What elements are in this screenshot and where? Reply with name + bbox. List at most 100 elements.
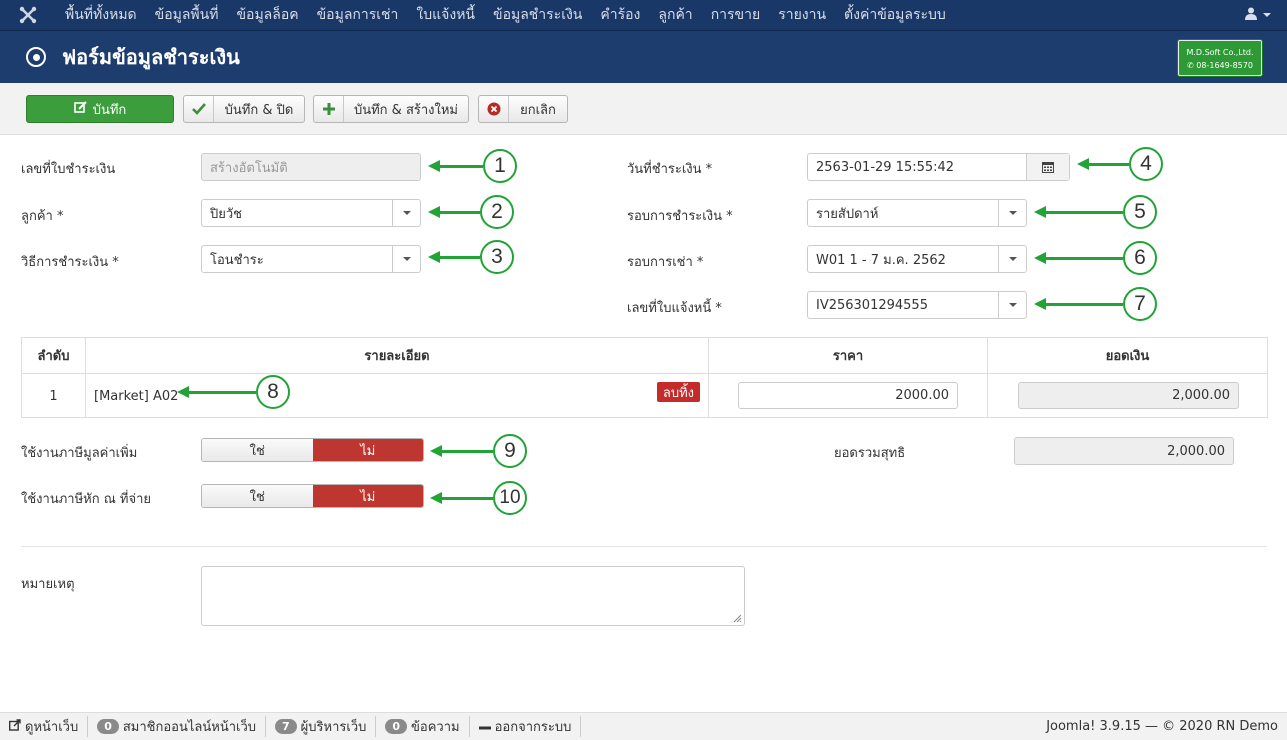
column-header-price: ราคา [709,338,988,374]
rent-cycle-select[interactable]: W01 1 - 7 ม.ค. 2562 [807,245,1027,273]
invoice-no-select[interactable]: IV256301294555 [807,291,1027,319]
annotation-arrow-head [1034,206,1046,218]
check-icon [184,96,214,122]
save-close-label: บันทึก & ปิด [224,102,294,118]
annotation-arrow-line [1044,303,1123,306]
annotation-arrow-line [440,450,493,453]
row-detail: [Market] A02 [94,388,179,404]
cancel-label: ยกเลิก [520,102,556,118]
annotation-arrow-head [428,160,440,172]
view-site-link[interactable]: ดูหน้าเว็บ [0,716,89,737]
save-button[interactable]: บันทึก [26,95,174,123]
payment-no-placeholder: สร้างอัตโนมัติ [210,160,288,176]
close-circle-icon [479,96,509,122]
main-menu: พื้นที่ทั้งหมด ข้อมูลพื้นที่ ข้อมูลล็อค ข้อ… [56,0,955,30]
amount-value: 2,000.00 [1172,388,1230,403]
nav-item-8[interactable]: ลูกค้า [649,0,701,30]
invoice-no-value: IV256301294555 [816,297,928,313]
vat-toggle: ใช่ ไม่ [201,438,424,462]
edit-icon [73,100,87,118]
logout-label: ออกจากระบบ [494,720,572,735]
external-link-icon [8,718,21,735]
nav-item-6[interactable]: ข้อมูลชำระเงิน [484,0,591,30]
nav-item-7[interactable]: คำร้อง [591,0,649,30]
nav-item-4[interactable]: ข้อมูลการเช่า [308,0,408,30]
wht-yes-option[interactable]: ใช่ [202,485,313,507]
payment-no-field[interactable]: สร้างอัตโนมัติ [201,153,421,181]
customer-value: ปิยวัช [210,206,242,222]
top-navbar: พื้นที่ทั้งหมด ข้อมูลพื้นที่ ข้อมูลล็อค ข้อ… [0,0,1287,30]
payment-method-value: โอนชำระ [210,252,264,268]
nav-item-10[interactable]: รายงาน [769,0,835,30]
calendar-icon[interactable] [1026,154,1069,180]
user-icon [1245,7,1257,24]
net-total-field: 2,000.00 [1014,437,1234,465]
customer-label: ลูกค้า * [21,209,64,224]
annotation-arrow-line [438,256,480,259]
payment-cycle-label: รอบการชำระเงิน * [627,209,733,224]
payment-method-label: วิธีการชำระเงิน * [21,255,119,270]
nav-item-3[interactable]: ข้อมูลล็อค [227,0,307,30]
vat-yes-option[interactable]: ใช่ [202,439,313,461]
logout-link[interactable]: ออกจากระบบ [470,716,582,737]
copyright: Joomla! 3.9.15 — © 2020 RN Demo [1046,719,1278,734]
rent-cycle-label: รอบการเช่า * [627,255,704,270]
annotation-number-1: 1 [483,149,517,183]
row-amount-cell: 2,000.00 [988,374,1267,418]
radio-circle-icon [26,47,46,67]
annotation-arrow-head [428,206,440,218]
nav-item-9[interactable]: การขาย [702,0,770,30]
delete-row-button[interactable]: ลบทิ้ง [656,382,700,402]
annotation-arrow-head [1077,158,1089,170]
vat-no-option[interactable]: ไม่ [312,439,423,461]
note-label: หมายเหตุ [21,577,75,592]
title-bar: ฟอร์มข้อมูลชำระเงิน M.D.Soft Co.,Ltd. ✆ … [0,30,1287,83]
divider [21,546,1267,547]
admin-count-badge: 7 [275,719,297,734]
row-price-cell: 2000.00 [709,374,988,418]
brand-name: M.D.Soft Co.,Ltd. [1186,48,1254,57]
amount-field: 2,000.00 [1018,382,1239,409]
message-count-badge: 0 [385,719,408,734]
invoice-no-label: เลขที่ใบแจ้งหนี้ * [627,301,722,316]
resize-handle-icon[interactable] [732,613,742,623]
payment-method-select[interactable]: โอนชำระ [201,245,421,273]
nav-item-1[interactable]: พื้นที่ทั้งหมด [56,0,146,30]
nav-item-11[interactable]: ตั้งค่าข้อมูลระบบ [835,0,955,30]
annotation-arrow-line [440,497,493,500]
chevron-down-icon [998,200,1026,226]
user-menu[interactable] [1245,0,1271,30]
annotation-arrow-line [187,391,256,394]
joomla-icon[interactable] [0,0,56,30]
items-table: ลำดับ รายละเอียด ราคา ยอดเงิน 1 [Market]… [21,337,1268,418]
brand-badge: M.D.Soft Co.,Ltd. ✆ 08-1649-8570 [1178,40,1262,76]
online-users-label: สมาชิกออนไลน์หน้าเว็บ [122,720,257,735]
save-close-button[interactable]: บันทึก & ปิด [183,95,305,123]
annotation-arrow-line [1087,163,1129,166]
messages-label: ข้อความ [411,720,460,735]
price-input[interactable]: 2000.00 [738,382,958,409]
toolbar: บันทึก บันทึก & ปิด บันทึก & สร้างใหม่ ย… [0,83,1287,135]
save-new-button[interactable]: บันทึก & สร้างใหม่ [313,95,469,123]
annotation-arrow-line [438,211,480,214]
annotation-number-4: 4 [1129,147,1163,181]
payment-date-field[interactable]: 2563-01-29 15:55:42 [807,153,1070,181]
wht-no-option[interactable]: ไม่ [312,485,423,507]
payment-no-label: เลขที่ใบชำระเงิน [21,162,116,177]
messages-link[interactable]: 0 ข้อความ [376,716,470,737]
admins-link[interactable]: 7 ผู้บริหารเว็บ [266,716,377,737]
column-header-detail: รายละเอียด [86,338,709,374]
withholding-tax-toggle: ใช่ ไม่ [201,484,424,508]
cancel-button[interactable]: ยกเลิก [478,95,568,123]
online-users-link[interactable]: 0 สมาชิกออนไลน์หน้าเว็บ [88,716,267,737]
nav-item-5[interactable]: ใบแจ้งหนี้ [407,0,484,30]
phone-icon: ✆ [1187,61,1197,70]
annotation-number-7: 7 [1123,287,1157,321]
nav-item-2[interactable]: ข้อมูลพื้นที่ [146,0,228,30]
note-textarea[interactable] [201,566,745,626]
customer-select[interactable]: ปิยวัช [201,199,421,227]
column-header-no: ลำดับ [22,338,86,374]
net-total-label: ยอดรวมสุทธิ [834,446,906,461]
payment-cycle-select[interactable]: รายสัปดาห์ [807,199,1027,227]
payment-date-label: วันที่ชำระเงิน * [627,162,713,177]
